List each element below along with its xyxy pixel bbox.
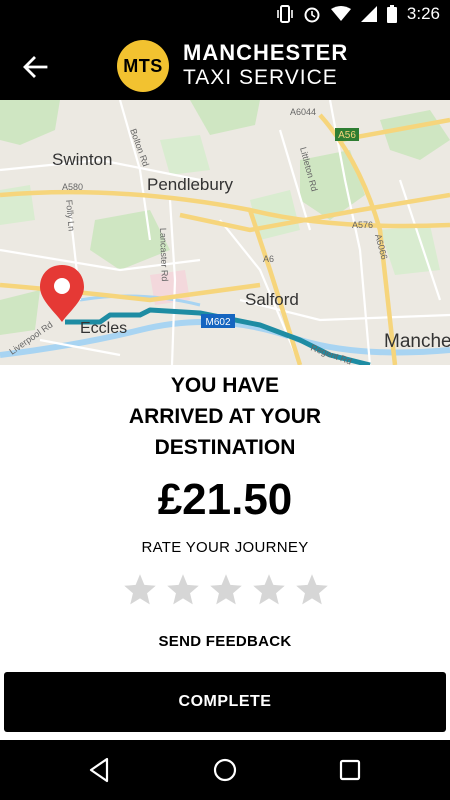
star-3-icon[interactable] [208, 572, 244, 608]
status-icons: 3:26 [277, 4, 440, 24]
arrived-line-2: ARRIVED AT YOUR [128, 405, 322, 428]
status-bar: 3:26 [0, 0, 450, 32]
label-swinton: Swinton [52, 150, 112, 169]
alarm-icon [304, 7, 320, 23]
arrived-line-1: YOU HAVE [170, 374, 280, 397]
complete-button[interactable]: COMPLETE [4, 672, 446, 732]
complete-button-label: COMPLETE [178, 693, 272, 710]
rate-journey-label: RATE YOUR JOURNEY [141, 539, 309, 556]
home-nav-icon[interactable] [210, 755, 240, 785]
star-rating[interactable] [122, 572, 330, 608]
svg-text:M602: M602 [205, 317, 230, 328]
star-4-icon[interactable] [251, 572, 287, 608]
logo-text: MTS [123, 55, 163, 76]
send-feedback-link[interactable]: SEND FEEDBACK [0, 633, 450, 650]
label-a6: A6 [263, 254, 274, 264]
status-time: 3:26 [406, 4, 440, 23]
battery-icon [386, 5, 397, 23]
label-bolton-rd: Bolton Rd [128, 127, 151, 168]
label-eccles: Eccles [80, 320, 127, 337]
label-a576: A576 [352, 220, 373, 230]
label-salford: Salford [245, 290, 299, 309]
brand-title: MANCHESTER [183, 40, 349, 65]
label-a580: A580 [62, 182, 83, 192]
star-1-icon[interactable] [122, 572, 158, 608]
navigation-bar [0, 740, 450, 800]
mts-logo: MTS [117, 40, 169, 92]
svg-text:A56: A56 [338, 130, 356, 141]
arrived-line-3: DESTINATION [154, 436, 296, 459]
label-manchester: Manche [384, 331, 450, 352]
label-folly-ln: Folly Ln [64, 199, 77, 231]
m602-shield: M602 [201, 314, 235, 328]
brand-subtitle: TAXI SERVICE [183, 66, 338, 89]
label-pendlebury: Pendlebury [147, 175, 234, 194]
a56-shield: A56 [335, 128, 359, 141]
label-a6044: A6044 [290, 107, 316, 117]
star-5-icon[interactable] [294, 572, 330, 608]
star-2-icon[interactable] [165, 572, 201, 608]
vibrate-icon [277, 5, 293, 23]
signal-icon [360, 6, 377, 22]
map-canvas: A56 M602 Swinton Pendlebury Salford Eccl… [0, 100, 450, 365]
arrived-message: YOU HAVE ARRIVED AT YOUR DESTINATION [0, 370, 450, 463]
destination-pin-icon [40, 265, 84, 322]
app-bar: MTS MANCHESTER TAXI SERVICE [0, 32, 450, 100]
back-nav-icon[interactable] [85, 755, 115, 785]
recents-nav-icon[interactable] [335, 755, 365, 785]
fare-amount: £21.50 [157, 475, 293, 524]
label-lancaster-rd: Lancaster Rd [158, 228, 170, 282]
wifi-icon [330, 6, 351, 21]
back-arrow-icon[interactable] [20, 52, 50, 82]
route-map[interactable]: A56 M602 Swinton Pendlebury Salford Eccl… [0, 100, 450, 365]
